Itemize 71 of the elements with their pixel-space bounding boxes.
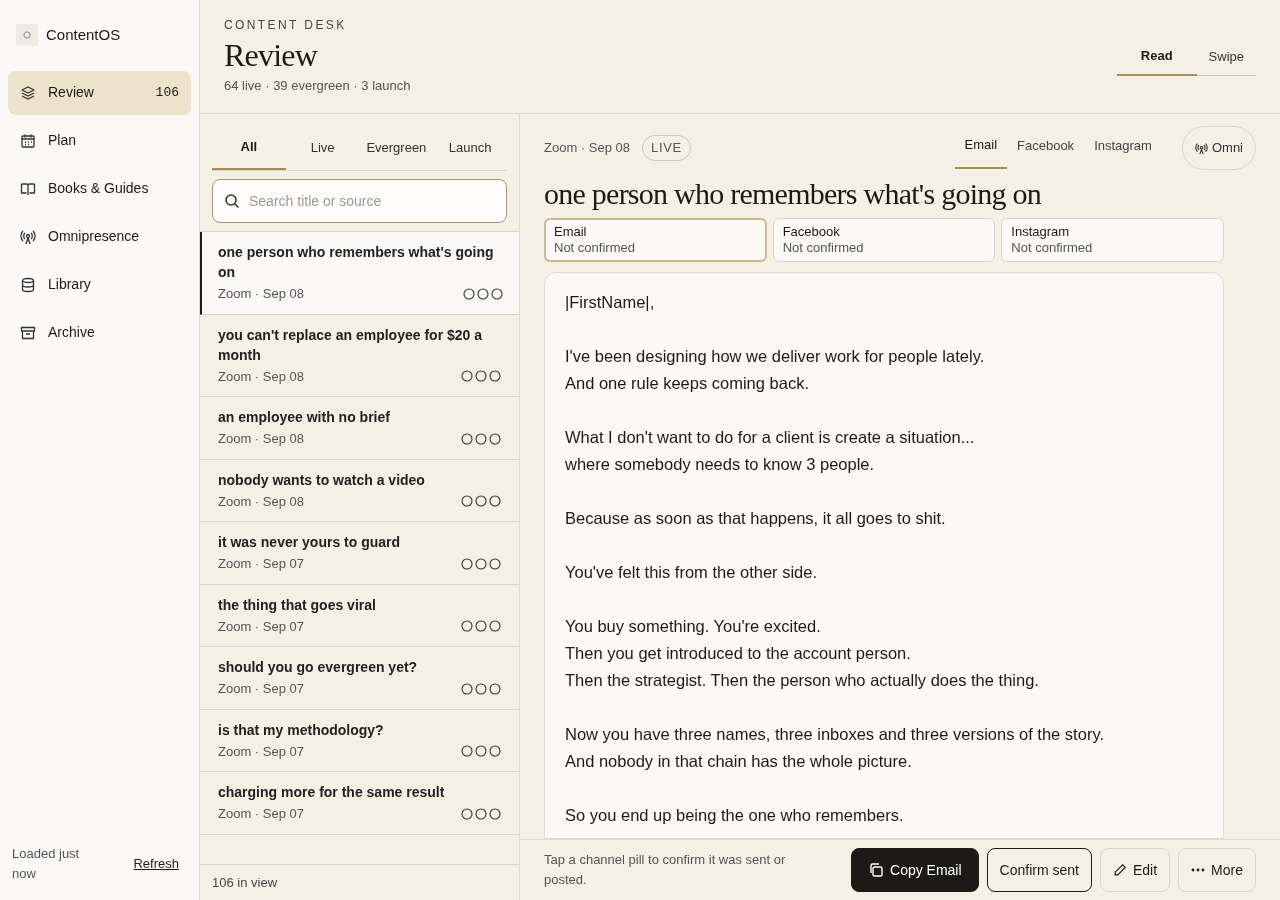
logo-icon (16, 24, 38, 47)
status-circles-icon (461, 557, 501, 570)
channel-pill[interactable]: Email Not confirmed (544, 218, 767, 262)
database-icon (20, 276, 36, 293)
more-icon (1191, 868, 1206, 872)
channel-tab[interactable]: Email (954, 127, 1008, 169)
summary-text: 64 live · 39 evergreen · 3 launch (224, 77, 411, 95)
filter-tab[interactable]: Launch (433, 126, 507, 170)
content-list-item[interactable]: one person who remembers what's going on Zoom · Sep 08 (200, 232, 519, 315)
more-button[interactable]: More (1178, 848, 1256, 892)
body-paragraph: What I don't want to do for a client is create a situation... where somebody needs to know 3 people. (565, 427, 976, 475)
nav-item[interactable]: Review 106 (8, 70, 191, 115)
archive-icon (20, 324, 36, 341)
app-name: ContentOS (46, 25, 121, 45)
copy-button[interactable]: Copy Email (851, 848, 979, 892)
content-list-item[interactable]: an employee with no brief Zoom · Sep 08 (200, 397, 519, 460)
nav-item[interactable]: Omnipresence (8, 214, 191, 259)
mode-tab[interactable]: Read (1116, 46, 1197, 76)
item-count: 106 in view (212, 873, 278, 892)
status-circles-icon (461, 745, 501, 758)
body-paragraph: Now you have three names, three inboxes and three versions of the story. And nobody in that chain has the whole picture. (565, 724, 1105, 772)
body-paragraph: Because as soon as that happens, it all goes to shit. (565, 508, 947, 529)
status-circles-icon (461, 682, 501, 695)
edit-button[interactable]: Edit (1099, 848, 1171, 892)
search-icon (224, 193, 240, 209)
book-icon (20, 180, 36, 197)
broadcast-icon (1194, 141, 1208, 155)
content-title: one person who remembers what's going on (544, 176, 1043, 212)
confirm-button[interactable]: Confirm sent (986, 848, 1092, 892)
eyebrow-label: CONTENT DESK (224, 17, 348, 34)
content-list-item[interactable]: should you go evergreen yet? Zoom · Sep 07 (200, 647, 519, 710)
content-list-item[interactable]: nobody wants to watch a video Zoom · Sep 08 (200, 459, 519, 522)
calendar-icon (20, 132, 36, 149)
nav-item[interactable]: Books & Guides (8, 166, 191, 211)
hint-text: Tap a channel pill to confirm it was sent or posted. (544, 851, 787, 889)
body-paragraph: You've felt this from the other side. (565, 562, 818, 583)
body-paragraph: You buy something. You're excited. Then you get introduced to the account person. Then the strategist. Then the person who actually does the thing. (565, 616, 1040, 691)
layers-icon (20, 84, 36, 101)
channel-tab[interactable]: Facebook (1007, 127, 1085, 169)
content-list-item[interactable]: you can't replace an employee for $20 a month Zoom · Sep 08 (200, 314, 519, 397)
channel-pill[interactable]: Instagram Not confirmed (1001, 218, 1224, 262)
status-circles-icon (461, 432, 501, 445)
nav-item[interactable]: Library (8, 262, 191, 307)
copy-icon (868, 862, 884, 878)
nav-item[interactable]: Plan (8, 118, 191, 163)
status-circles-icon (461, 807, 501, 820)
pencil-icon (1112, 863, 1127, 877)
content-list-item[interactable]: the thing that goes viral Zoom · Sep 07 (200, 584, 519, 647)
content-list-item[interactable]: charging more for the same result Zoom · Sep 07 (200, 772, 519, 835)
content-list-item[interactable]: it was never yours to guard Zoom · Sep 07 (200, 522, 519, 585)
load-status: Loaded just now (12, 845, 81, 883)
page-title: Review (224, 36, 319, 75)
broadcast-icon (20, 228, 36, 245)
status-circles-icon (461, 620, 501, 633)
channel-pill[interactable]: Facebook Not confirmed (772, 218, 996, 262)
mode-tab[interactable]: Swipe (1196, 46, 1256, 75)
body-paragraph: So you end up being the one who remembers. (565, 805, 905, 826)
content-list-item[interactable]: is that my methodology? Zoom · Sep 07 (200, 709, 519, 772)
body-paragraph: I've been designing how we deliver work for people lately. And one rule keeps coming back. (565, 346, 986, 394)
body-paragraph: |FirstName|, (565, 292, 656, 313)
channel-tab[interactable]: Instagram (1084, 127, 1162, 169)
filter-tab[interactable]: Live (285, 126, 360, 170)
status-circles-icon (463, 287, 503, 300)
status-circles-icon (461, 495, 501, 508)
nav-item[interactable]: Archive (8, 310, 191, 355)
refresh-link[interactable]: Refresh (133, 854, 179, 874)
search-field[interactable]: Search title or source (212, 179, 507, 223)
filter-tab[interactable]: Evergreen (359, 126, 434, 170)
filter-tab[interactable]: All (212, 126, 286, 170)
source-date: Zoom · Sep 08 (544, 139, 630, 158)
status-circles-icon (461, 370, 501, 383)
